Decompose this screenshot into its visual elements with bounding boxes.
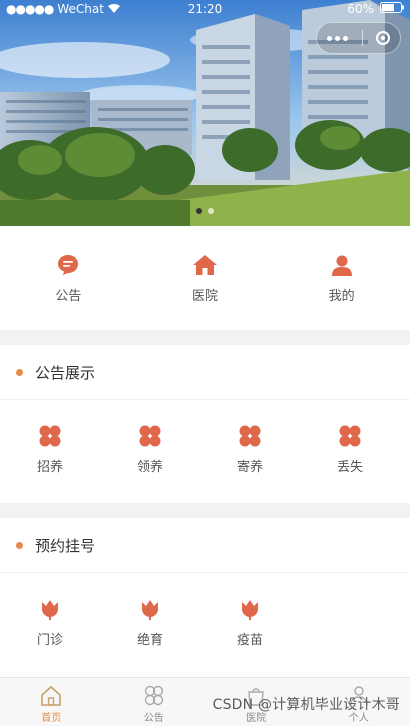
category-lost[interactable]: 丢失 <box>300 424 400 475</box>
carousel-indicator <box>0 208 410 214</box>
appointment-grid: 门诊 绝育 疫苗 <box>0 573 410 648</box>
section-dot <box>16 369 23 376</box>
service-label: 疫苗 <box>237 629 263 648</box>
battery-label: 60% <box>347 2 374 16</box>
tab-label: 公告 <box>144 709 164 724</box>
nav-mine[interactable]: 我的 <box>273 226 410 330</box>
section-header: 预约挂号 <box>0 518 410 573</box>
home-outline-icon <box>39 685 63 707</box>
section-title: 预约挂号 <box>35 535 95 556</box>
category-label: 招养 <box>37 456 63 475</box>
home-icon <box>192 253 218 277</box>
miniprogram-capsule <box>316 22 401 54</box>
nav-announcement[interactable]: 公告 <box>0 226 137 330</box>
four-dots-icon <box>38 424 62 448</box>
carousel-dot[interactable] <box>196 208 202 214</box>
chat-bubble-icon <box>56 253 80 277</box>
watermark: CSDN @计算机毕业设计木哥 <box>213 694 400 714</box>
nav-hospital[interactable]: 医院 <box>137 226 274 330</box>
section-dot <box>16 542 23 549</box>
more-icon[interactable] <box>327 36 348 41</box>
category-label: 领养 <box>137 456 163 475</box>
four-dots-icon <box>338 424 362 448</box>
appointment-section: 预约挂号 门诊 绝育 疫苗 <box>0 518 410 677</box>
four-dots-icon <box>138 424 162 448</box>
nav-mine-label: 我的 <box>329 285 355 304</box>
status-bar: ●●●●● WeChat 21:20 60% <box>0 0 410 18</box>
category-foster[interactable]: 寄养 <box>200 424 300 475</box>
user-icon <box>330 253 354 277</box>
tab-label: 首页 <box>41 709 61 724</box>
service-label: 门诊 <box>37 629 63 648</box>
tab-announcement[interactable]: 公告 <box>103 678 206 726</box>
category-label: 寄养 <box>237 456 263 475</box>
category-recruit[interactable]: 招养 <box>0 424 100 475</box>
category-adopt[interactable]: 领养 <box>100 424 200 475</box>
announcement-grid: 招养 领养 寄养 丢失 <box>0 400 410 475</box>
tab-home[interactable]: 首页 <box>0 678 103 726</box>
nav-announcement-label: 公告 <box>55 285 81 304</box>
service-label: 绝育 <box>137 629 163 648</box>
category-label: 丢失 <box>337 456 363 475</box>
tulip-icon <box>38 597 62 621</box>
tulip-icon <box>238 597 262 621</box>
service-sterilization[interactable]: 绝育 <box>100 597 200 648</box>
quick-nav: 公告 医院 我的 <box>0 226 410 330</box>
four-dots-icon <box>238 424 262 448</box>
capsule-divider <box>362 30 363 46</box>
close-miniprogram-icon[interactable] <box>376 31 390 45</box>
battery-icon <box>380 2 404 16</box>
section-title: 公告展示 <box>35 362 95 383</box>
service-vaccine[interactable]: 疫苗 <box>200 597 300 648</box>
carousel-dot[interactable] <box>208 208 214 214</box>
service-outpatient[interactable]: 门诊 <box>0 597 100 648</box>
section-header: 公告展示 <box>0 345 410 400</box>
flower-outline-icon <box>142 685 166 707</box>
tulip-icon <box>138 597 162 621</box>
announcement-section: 公告展示 招养 领养 寄养 <box>0 345 410 503</box>
nav-hospital-label: 医院 <box>192 285 218 304</box>
